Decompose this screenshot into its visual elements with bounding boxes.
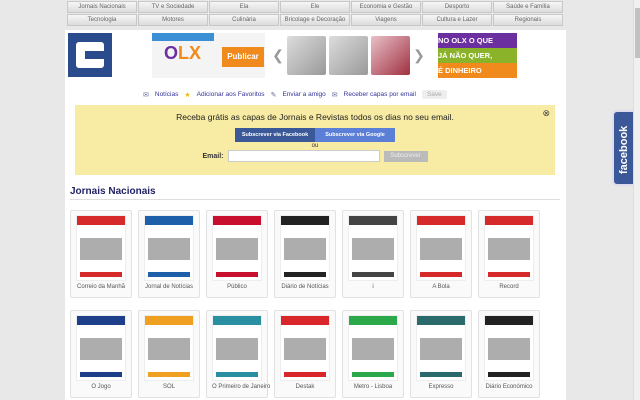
newspaper-title[interactable]: Público bbox=[212, 284, 262, 290]
newspaper-title[interactable]: Destak bbox=[280, 384, 330, 390]
save-button[interactable]: Save bbox=[421, 90, 447, 99]
newspaper-cover[interactable] bbox=[280, 215, 330, 281]
newspaper-title[interactable]: O Jogo bbox=[76, 384, 126, 390]
nav-button[interactable]: Ele bbox=[280, 1, 350, 13]
send-icon: ✎ bbox=[270, 91, 277, 99]
newspaper-grid: Correio da Manhã Jornal de Notícias Públic… bbox=[70, 210, 540, 398]
newspaper-card[interactable]: Público bbox=[206, 210, 268, 298]
newspaper-title[interactable]: Jornal de Notícias bbox=[144, 284, 194, 290]
mail-icon: ✉ bbox=[143, 91, 149, 99]
chevron-right-icon[interactable]: ❯ bbox=[413, 47, 425, 64]
newspaper-title[interactable]: Correio da Manhã bbox=[76, 284, 126, 290]
email-label: Email: bbox=[202, 152, 224, 160]
ad-image[interactable] bbox=[329, 36, 368, 75]
olx-logo: OLX bbox=[164, 43, 202, 63]
newspaper-cover[interactable] bbox=[416, 215, 466, 281]
newspaper-card[interactable]: O Primeiro de Janeiro bbox=[206, 310, 270, 398]
nav-button[interactable]: Jornais Nacionais bbox=[67, 1, 137, 13]
newspaper-title[interactable]: Expresso bbox=[416, 384, 466, 390]
newspaper-title[interactable]: Diário de Notícias bbox=[280, 284, 330, 290]
email-input[interactable] bbox=[227, 150, 380, 162]
chevron-left-icon[interactable]: ❮ bbox=[272, 47, 284, 64]
favorites-link[interactable]: Adicionar aos Favoritos bbox=[197, 91, 265, 98]
subscribe-title: Receba grátis as capas de Jornais e Revi… bbox=[176, 112, 454, 122]
subscribe-box: ⊗ Receba grátis as capas de Jornais e Re… bbox=[75, 105, 555, 175]
newspaper-title[interactable]: i bbox=[348, 284, 398, 290]
banner-line: JÁ NÃO QUER, bbox=[438, 48, 517, 63]
nav-button[interactable]: Bricolage e Decoração bbox=[280, 14, 350, 26]
newspaper-card[interactable]: Correio da Manhã bbox=[70, 210, 132, 298]
newspaper-card[interactable]: Jornal de Notícias bbox=[138, 210, 200, 298]
nav-button[interactable]: TV e Sociedade bbox=[138, 1, 208, 13]
newspaper-cover[interactable] bbox=[212, 315, 262, 381]
newspaper-cover[interactable] bbox=[212, 215, 262, 281]
newspaper-cover[interactable] bbox=[416, 315, 466, 381]
newspaper-cover[interactable] bbox=[144, 215, 194, 281]
olx-banner[interactable]: NO OLX O QUE JÁ NÃO QUER, É DINHEIRO bbox=[435, 33, 517, 78]
mail-icon: ✉ bbox=[331, 91, 338, 99]
newspaper-title[interactable]: Metro - Lisboa bbox=[348, 384, 398, 390]
section-heading: Jornais Nacionais bbox=[70, 186, 560, 200]
newspaper-cover[interactable] bbox=[76, 315, 126, 381]
subscribe-button[interactable]: Subscrever bbox=[383, 150, 428, 162]
close-icon[interactable]: ⊗ bbox=[542, 108, 550, 119]
olx-ad[interactable]: OLX Publicar bbox=[152, 33, 265, 78]
publicar-button[interactable]: Publicar bbox=[222, 47, 264, 67]
star-icon: ★ bbox=[184, 91, 191, 99]
site-logo[interactable] bbox=[68, 33, 112, 77]
newspaper-card[interactable]: Expresso bbox=[410, 310, 472, 398]
newspaper-cover[interactable] bbox=[484, 315, 534, 381]
newspaper-card[interactable]: A Bola bbox=[410, 210, 472, 298]
facebook-label: facebook bbox=[618, 125, 630, 174]
banner-line: NO OLX O QUE bbox=[438, 33, 517, 48]
newspaper-cover[interactable] bbox=[76, 215, 126, 281]
email-covers-link[interactable]: Receber capas por email bbox=[344, 91, 416, 98]
subscribe-google-button[interactable]: Subscrever via Google bbox=[315, 128, 395, 142]
newspaper-title[interactable]: O Primeiro de Janeiro bbox=[212, 384, 270, 390]
newspaper-card[interactable]: Diário Económico bbox=[478, 310, 540, 398]
newspaper-title[interactable]: Record bbox=[484, 284, 534, 290]
ad-image[interactable] bbox=[287, 36, 326, 75]
nav-button[interactable]: Viagens bbox=[351, 14, 421, 26]
ad-image[interactable] bbox=[371, 36, 410, 75]
nav-button[interactable]: Saúde e Família bbox=[493, 1, 563, 13]
ad-carousel: ❮ ❯ bbox=[272, 33, 432, 78]
nav-button[interactable]: Ela bbox=[209, 1, 279, 13]
newspaper-cover[interactable] bbox=[144, 315, 194, 381]
newspaper-cover[interactable] bbox=[348, 315, 398, 381]
newspaper-card[interactable]: Metro - Lisboa bbox=[342, 310, 404, 398]
nav-button[interactable]: Regionais bbox=[493, 14, 563, 26]
nav-button[interactable]: Culinária bbox=[209, 14, 279, 26]
banner-line: É DINHEIRO bbox=[438, 63, 517, 78]
nav-button[interactable]: Tecnologia bbox=[67, 14, 137, 26]
news-link[interactable]: Notícias bbox=[155, 91, 178, 98]
newspaper-cover[interactable] bbox=[484, 215, 534, 281]
category-nav: Jornais Nacionais TV e Sociedade Ela Ele Eco… bbox=[67, 1, 563, 26]
newspaper-card[interactable]: SOL bbox=[138, 310, 200, 398]
newspaper-card[interactable]: i bbox=[342, 210, 404, 298]
newspaper-title[interactable]: A Bola bbox=[416, 284, 466, 290]
nav-button[interactable]: Cultura e Lazer bbox=[422, 14, 492, 26]
newspaper-cover[interactable] bbox=[280, 315, 330, 381]
newspaper-card[interactable]: Record bbox=[478, 210, 540, 298]
nav-button[interactable]: Motores bbox=[138, 14, 208, 26]
action-links: ✉ Notícias ★ Adicionar aos Favoritos ✎ Envi… bbox=[143, 90, 447, 99]
main-panel: OLX Publicar ❮ ❯ NO OLX O QUE JÁ NÃO QUE… bbox=[65, 30, 566, 400]
subscribe-facebook-button[interactable]: Subscrever via Facebook bbox=[235, 128, 315, 142]
nav-button[interactable]: Desporto bbox=[422, 1, 492, 13]
or-label: ou bbox=[311, 143, 319, 149]
scrollbar[interactable] bbox=[633, 0, 640, 400]
send-friend-link[interactable]: Enviar a amigo bbox=[282, 91, 325, 98]
newspaper-card[interactable]: Destak bbox=[274, 310, 336, 398]
newspaper-title[interactable]: SOL bbox=[144, 384, 194, 390]
newspaper-card[interactable]: Diário de Notícias bbox=[274, 210, 336, 298]
newspaper-cover[interactable] bbox=[348, 215, 398, 281]
nav-button[interactable]: Economia e Gestão bbox=[351, 1, 421, 13]
newspaper-card[interactable]: O Jogo bbox=[70, 310, 132, 398]
newspaper-title[interactable]: Diário Económico bbox=[484, 384, 534, 390]
